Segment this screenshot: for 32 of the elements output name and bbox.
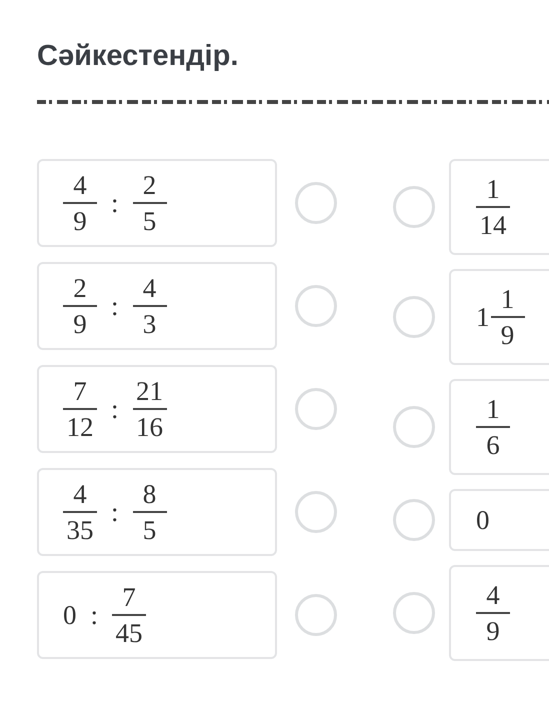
radio-button[interactable] xyxy=(393,592,435,634)
fraction: 7 12 xyxy=(63,376,97,442)
fraction: 4 9 xyxy=(63,170,97,236)
radio-button[interactable] xyxy=(393,186,435,228)
radio-button[interactable] xyxy=(295,285,337,327)
radio-button[interactable] xyxy=(393,406,435,448)
fraction: 4 9 xyxy=(476,580,510,646)
task-title: Сәйкестендір. xyxy=(37,39,240,74)
radio-button[interactable] xyxy=(295,594,337,636)
number: 1 xyxy=(476,302,490,332)
number: 0 xyxy=(63,600,76,630)
radio-button[interactable] xyxy=(393,296,435,338)
fraction: 2 5 xyxy=(132,170,167,236)
fraction: 8 5 xyxy=(132,479,167,545)
fraction: 4 35 xyxy=(63,479,97,545)
fraction: 4 3 xyxy=(132,273,167,339)
fraction: 1 6 xyxy=(476,394,510,460)
radio-button[interactable] xyxy=(295,491,337,533)
radio-button[interactable] xyxy=(295,388,337,430)
fraction: 7 45 xyxy=(112,582,146,648)
division-sign: : xyxy=(111,290,119,322)
fraction: 1 14 xyxy=(476,174,510,240)
radio-button[interactable] xyxy=(393,499,435,541)
number: 0 xyxy=(476,504,490,536)
division-sign: : xyxy=(90,600,98,630)
division-sign: : xyxy=(111,188,119,218)
fraction: 2 9 xyxy=(63,273,97,339)
division-sign: : xyxy=(111,496,119,528)
fraction: 21 16 xyxy=(132,376,167,442)
radio-button[interactable] xyxy=(295,182,337,224)
division-sign: : xyxy=(111,394,119,424)
fraction: 1 9 xyxy=(490,284,524,350)
